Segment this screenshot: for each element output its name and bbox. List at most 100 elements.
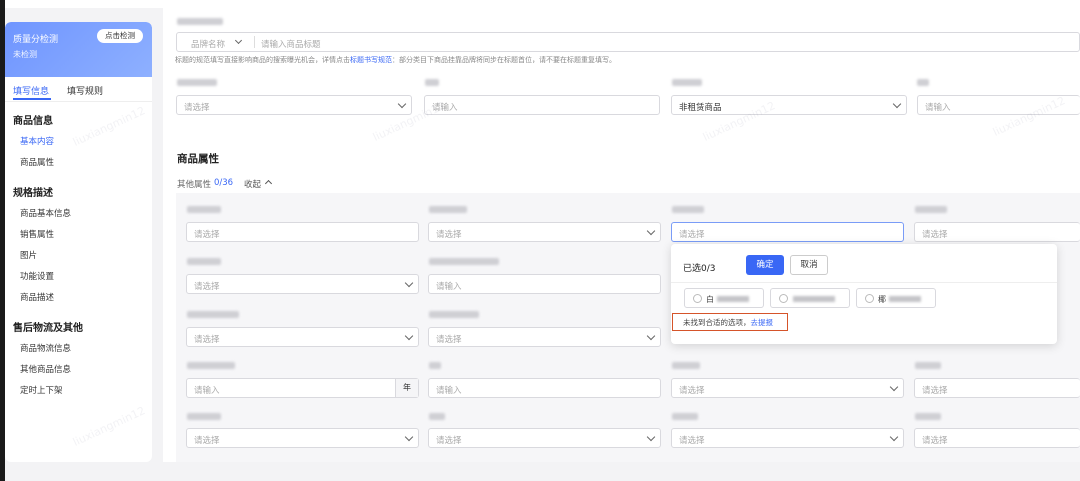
field-label-blurred — [177, 79, 217, 86]
field-label-blurred — [917, 79, 929, 86]
not-found-highlight: 未找到合适的选项，去提报 — [672, 313, 788, 331]
placeholder: 请选择 — [194, 230, 220, 240]
sidebar-item-basic-content[interactable]: 基本内容 — [20, 135, 54, 147]
option-label: 白 — [706, 295, 714, 304]
attr-select[interactable]: 请选择 — [428, 327, 661, 347]
attr-select[interactable]: 请选择 — [186, 274, 419, 294]
attr-input[interactable]: 请选择 — [186, 222, 419, 242]
sidebar-item-product-attributes[interactable]: 商品属性 — [20, 156, 54, 168]
sidebar-item-features[interactable]: 功能设置 — [20, 270, 54, 282]
attr-select[interactable]: 请选择 — [671, 428, 904, 448]
placeholder: 请选择 — [679, 386, 705, 396]
nav-heading-after-sales: 售后物流及其他 — [13, 323, 83, 334]
confirm-button[interactable]: 确定 — [746, 255, 784, 275]
attr-input[interactable]: 请输入 — [428, 274, 661, 294]
quality-score-title: 质量分检测 — [13, 35, 59, 45]
attr-label-blurred — [672, 362, 700, 369]
attr-select[interactable]: 请选择 — [914, 378, 1080, 398]
attr-label-blurred — [429, 206, 467, 213]
chevron-down-icon — [404, 432, 414, 442]
chevron-down-icon — [404, 331, 414, 341]
attr-label-blurred — [672, 413, 698, 420]
attr-label-blurred — [187, 258, 221, 265]
attr-label-blurred — [915, 362, 941, 369]
nav-heading-spec: 规格描述 — [13, 188, 53, 199]
option-text-blurred — [793, 296, 835, 302]
title-hint: 标题的规范填写直接影响商品的搜索曝光机会，详情点击标题书写规范：部分类目下商品挂… — [175, 55, 616, 65]
hint-text: 标题的规范填写直接影响商品的搜索曝光机会，详情点击 — [175, 56, 350, 64]
title-placeholder: 请输入商品标题 — [261, 40, 321, 50]
top-input-4[interactable]: 请输入 — [917, 95, 1080, 115]
chevron-down-icon — [646, 226, 656, 236]
attr-input[interactable]: 请输入 — [428, 378, 661, 398]
title-rule-link[interactable]: 标题书写规范 — [350, 56, 392, 64]
radio-icon[interactable] — [693, 294, 702, 303]
attr-select[interactable]: 请选择 — [671, 378, 904, 398]
sidebar-item-basic-info[interactable]: 商品基本信息 — [20, 207, 71, 219]
brand-prefix[interactable]: 品牌名称 — [191, 38, 225, 50]
selected-value: 非租赁商品 — [679, 103, 722, 113]
attr-label-blurred — [429, 413, 445, 420]
sidebar-item-description[interactable]: 商品描述 — [20, 291, 54, 303]
sidebar-tabs: 填写信息 填写规则 — [5, 77, 152, 102]
attr-select[interactable]: 请选择 — [186, 428, 419, 448]
placeholder: 请选择 — [922, 436, 948, 446]
field-label-blurred — [425, 79, 439, 86]
attr-label-blurred — [429, 362, 441, 369]
placeholder: 请选择 — [679, 436, 705, 446]
section-title: 商品属性 — [177, 153, 219, 165]
option-item[interactable] — [770, 288, 850, 308]
attribute-count: 0/36 — [214, 178, 234, 188]
check-button[interactable]: 点击检测 — [97, 29, 143, 43]
title-input[interactable]: 品牌名称 请输入商品标题 — [176, 32, 1080, 52]
divider — [254, 36, 255, 48]
chevron-down-icon — [646, 331, 656, 341]
sidebar-item-other-info[interactable]: 其他商品信息 — [20, 363, 71, 375]
top-select-1[interactable]: 请选择 — [176, 95, 412, 115]
sidebar-item-images[interactable]: 图片 — [20, 249, 37, 261]
quality-score-card: 质量分检测 未检测 点击检测 — [5, 22, 152, 77]
attr-select[interactable]: 请选择 — [186, 327, 419, 347]
option-item[interactable]: 椰 — [856, 288, 936, 308]
field-label-blurred — [672, 79, 702, 86]
placeholder: 请输入 — [436, 282, 462, 292]
sidebar-item-logistics[interactable]: 商品物流信息 — [20, 342, 71, 354]
attr-select[interactable]: 请选择 — [428, 428, 661, 448]
nav-heading-product-info: 商品信息 — [13, 116, 53, 127]
attr-label-blurred — [187, 362, 235, 369]
attr-input-with-suffix[interactable]: 请输入 年 — [186, 378, 419, 398]
chevron-down-icon — [646, 432, 656, 442]
radio-icon[interactable] — [865, 294, 874, 303]
active-tab-indicator — [13, 98, 51, 100]
chevron-down-icon — [889, 432, 899, 442]
option-picker-popup: 已选0/3 确定 取消 白 椰 未找到合适的选项，去提报 — [671, 244, 1057, 344]
attr-input-active[interactable]: 请选择 — [671, 222, 904, 242]
lease-type-select[interactable]: 非租赁商品 — [671, 95, 907, 115]
placeholder: 请选择 — [922, 386, 948, 396]
quality-score-status: 未检测 — [13, 50, 37, 59]
placeholder: 请选择 — [436, 436, 462, 446]
option-text-blurred — [717, 296, 749, 302]
attr-select[interactable]: 请选择 — [914, 428, 1080, 448]
hint-text-after: ：部分类目下商品挂靠品牌将同步在标题首位，请不要在标题重复填写。 — [392, 56, 616, 64]
attr-label-blurred — [672, 206, 704, 213]
main-content: 品牌名称 请输入商品标题 标题的规范填写直接影响商品的搜索曝光机会，详情点击标题… — [163, 0, 1080, 462]
tab-fill-info[interactable]: 填写信息 — [13, 84, 49, 97]
placeholder: 请选择 — [184, 103, 210, 113]
top-input-2[interactable]: 请输入 — [424, 95, 660, 115]
radio-icon[interactable] — [779, 294, 788, 303]
chevron-up-icon[interactable] — [264, 179, 273, 188]
sidebar-item-scheduled-listing[interactable]: 定时上下架 — [20, 384, 63, 396]
sidebar-item-sales-attr[interactable]: 销售属性 — [20, 228, 54, 240]
sidebar: 质量分检测 未检测 点击检测 填写信息 填写规则 商品信息 基本内容 商品属性 … — [5, 22, 152, 462]
chevron-down-icon — [404, 278, 414, 288]
attr-input[interactable]: 请选择 — [914, 222, 1080, 242]
submit-option-link[interactable]: 去提报 — [751, 318, 774, 327]
cancel-button[interactable]: 取消 — [790, 255, 828, 275]
attr-select[interactable]: 请选择 — [428, 222, 661, 242]
option-item[interactable]: 白 — [684, 288, 764, 308]
chevron-down-icon — [889, 382, 899, 392]
tab-fill-rules[interactable]: 填写规则 — [67, 84, 103, 97]
collapse-toggle[interactable]: 收起 — [244, 178, 261, 190]
attr-label-blurred — [429, 311, 479, 318]
